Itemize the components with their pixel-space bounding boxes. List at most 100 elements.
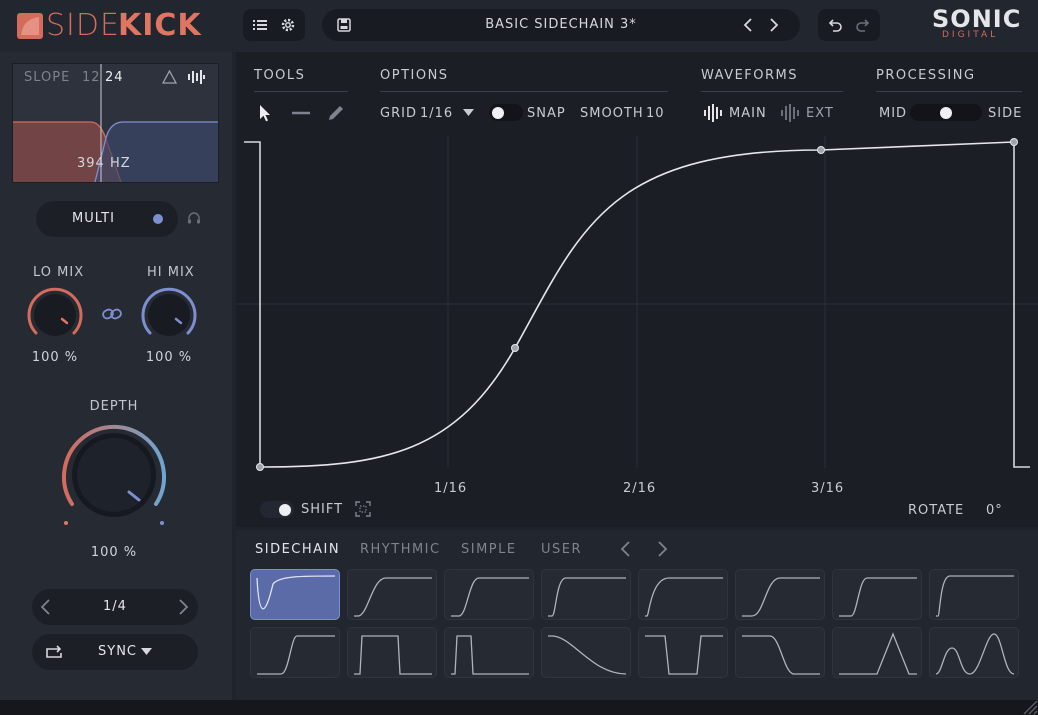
logo-mark-icon xyxy=(17,13,43,39)
preset-prev-icon[interactable] xyxy=(619,540,633,558)
logo-text-side: SIDE xyxy=(46,8,120,43)
preset-thumbnail[interactable] xyxy=(929,627,1019,678)
preset-shape-icon xyxy=(257,635,335,675)
headphones-icon[interactable] xyxy=(187,211,201,225)
triangle-icon[interactable] xyxy=(162,70,177,84)
preset-shape-icon xyxy=(548,577,626,617)
preset-shape-icon xyxy=(645,635,723,675)
preset-thumbnail[interactable] xyxy=(832,569,922,620)
preset-thumbnail[interactable] xyxy=(929,569,1019,620)
loop-icon[interactable] xyxy=(44,644,64,660)
slope-option-24[interactable]: 24 xyxy=(105,70,124,85)
pencil-icon[interactable] xyxy=(326,103,346,123)
grid-label-3: 3/16 xyxy=(811,481,845,496)
undo-redo-group xyxy=(818,9,880,41)
link-icon[interactable] xyxy=(101,305,123,323)
preset-thumbnail[interactable] xyxy=(250,627,340,678)
brand-logo: SONIC xyxy=(932,5,1022,33)
undo-icon[interactable] xyxy=(827,17,843,33)
tab-rhythmic[interactable]: RHYTHMIC xyxy=(360,542,441,557)
smooth-value[interactable]: 10 xyxy=(646,106,665,121)
grid-value[interactable]: 1/16 xyxy=(420,106,453,121)
shift-toggle-knob xyxy=(279,503,291,516)
mid-side-slider-knob[interactable] xyxy=(940,106,952,119)
rate-next-icon[interactable] xyxy=(175,598,191,616)
preset-bar[interactable]: BASIC SIDECHAIN 3* xyxy=(322,9,800,41)
tab-simple[interactable]: SIMPLE xyxy=(461,542,517,557)
preset-thumbnail[interactable] xyxy=(347,569,437,620)
logo-text-kick: KICK xyxy=(118,8,202,43)
gear-icon[interactable] xyxy=(280,17,296,33)
hi-mix-knob[interactable] xyxy=(136,282,202,348)
tools-divider xyxy=(254,91,348,92)
lo-mix-knob[interactable] xyxy=(22,282,88,348)
preset-name[interactable]: BASIC SIDECHAIN 3* xyxy=(322,9,800,41)
mid-label: MID xyxy=(879,106,908,121)
rotate-label: ROTATE xyxy=(908,503,965,518)
envelope-node xyxy=(817,146,825,154)
pointer-icon[interactable] xyxy=(257,104,273,122)
caret-down-icon xyxy=(141,648,152,655)
mid-side-slider[interactable] xyxy=(910,104,982,121)
slope-option-12[interactable]: 12 xyxy=(82,70,101,85)
preset-thumbnail[interactable] xyxy=(541,569,631,620)
snap-toggle-knob xyxy=(492,106,504,119)
preset-thumbnail[interactable] xyxy=(444,627,534,678)
preset-thumbnails xyxy=(250,569,1022,681)
rate-selector[interactable]: 1/4 xyxy=(32,589,198,625)
list-icon[interactable] xyxy=(252,17,268,33)
multiband-label: MULTI xyxy=(72,211,115,226)
smooth-label: SMOOTH xyxy=(580,106,644,121)
chevron-right-icon[interactable] xyxy=(766,17,782,33)
preset-shape-icon xyxy=(645,577,723,617)
multiband-toggle[interactable]: MULTI xyxy=(36,201,178,237)
preset-thumbnail[interactable] xyxy=(735,569,825,620)
preset-thumbnail[interactable] xyxy=(638,627,728,678)
waveforms-divider xyxy=(701,91,843,92)
preset-thumbnail[interactable] xyxy=(347,627,437,678)
preset-shape-icon xyxy=(354,635,432,675)
slope-label: SLOPE xyxy=(24,70,71,85)
depth-knob[interactable] xyxy=(54,420,174,530)
envelope-node xyxy=(1010,138,1018,146)
preset-next-icon[interactable] xyxy=(655,540,669,558)
lo-mix-label: LO MIX xyxy=(33,265,85,280)
crossover-frequency: 394 HZ xyxy=(77,156,131,171)
sync-selector[interactable]: SYNC xyxy=(32,634,198,670)
snap-toggle[interactable] xyxy=(489,104,523,121)
crossover-display[interactable]: SLOPE 12 24 394 HZ xyxy=(12,63,219,183)
envelope-graph[interactable] xyxy=(236,130,1038,475)
preset-thumbnail[interactable] xyxy=(250,569,340,620)
preset-thumbnail[interactable] xyxy=(832,627,922,678)
side-label: SIDE xyxy=(988,106,1023,121)
waveform-main-label[interactable]: MAIN xyxy=(729,106,767,121)
hi-mix-value: 100 % xyxy=(145,350,193,365)
footer-bar xyxy=(0,700,1038,715)
brand-logo-sub: DIGITAL xyxy=(942,30,999,40)
redo-icon[interactable] xyxy=(855,17,871,33)
fullscreen-icon[interactable] xyxy=(355,501,371,517)
preset-thumbnail[interactable] xyxy=(541,627,631,678)
processing-divider xyxy=(876,91,1022,92)
shift-toggle[interactable] xyxy=(260,501,294,518)
waveform-ext-label[interactable]: EXT xyxy=(806,106,834,121)
tab-sidechain[interactable]: SIDECHAIN xyxy=(255,542,340,557)
rotate-value[interactable]: 0° xyxy=(986,503,1003,518)
ext-waveform-icon[interactable] xyxy=(780,103,802,123)
waveforms-section-label: WAVEFORMS xyxy=(701,68,799,83)
hi-mix-label: HI MIX xyxy=(147,265,195,280)
preset-shape-icon xyxy=(936,575,1014,617)
preset-thumbnail[interactable] xyxy=(735,627,825,678)
resize-grip-icon[interactable] xyxy=(1020,697,1038,715)
preset-shape-icon xyxy=(839,632,917,675)
preset-shape-icon xyxy=(839,577,917,617)
main-waveform-icon[interactable] xyxy=(703,103,725,123)
waveform-icon[interactable] xyxy=(187,69,205,85)
chevron-left-icon[interactable] xyxy=(740,17,756,33)
tab-user[interactable]: USER xyxy=(541,542,582,557)
grid-dropdown-icon[interactable] xyxy=(463,109,474,117)
preset-thumbnail[interactable] xyxy=(444,569,534,620)
line-icon[interactable] xyxy=(290,104,312,122)
depth-value: 100 % xyxy=(90,545,138,560)
preset-thumbnail[interactable] xyxy=(638,569,728,620)
